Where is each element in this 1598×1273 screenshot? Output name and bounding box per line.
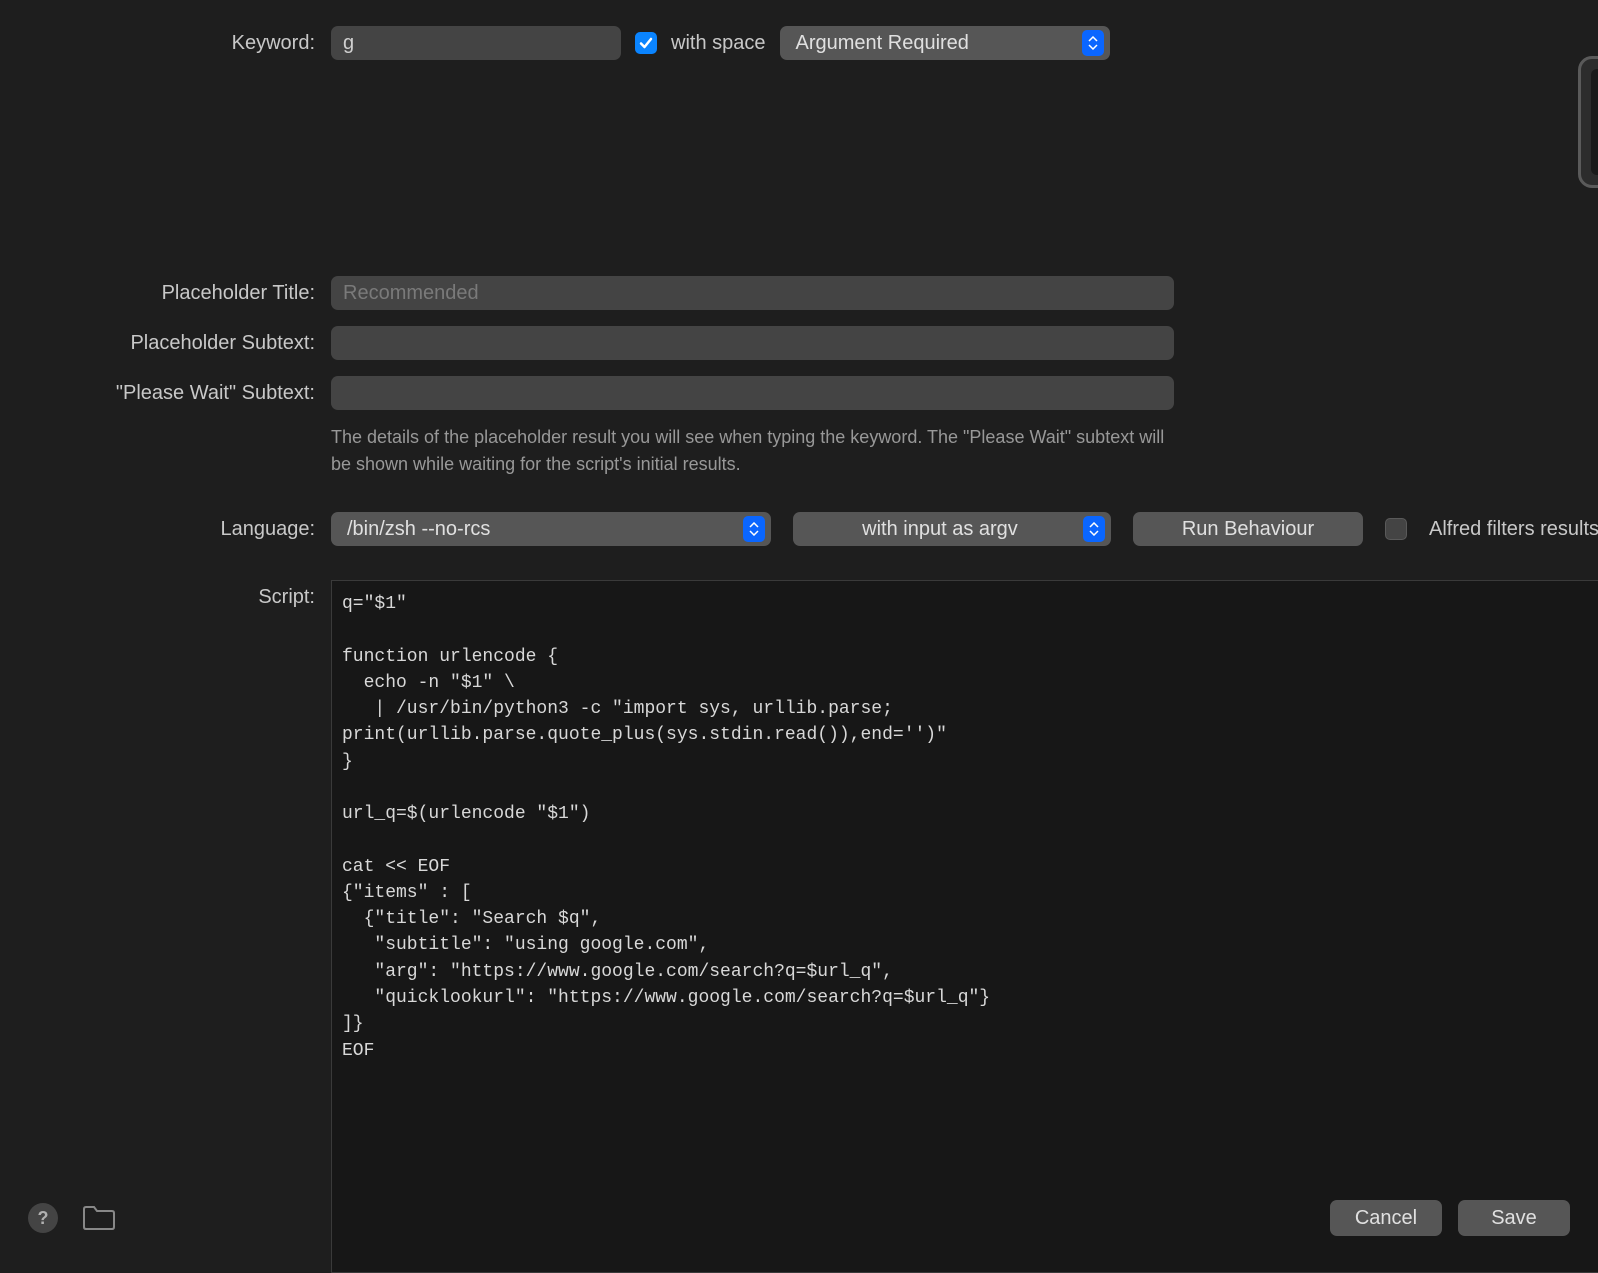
keyword-label: Keyword: <box>28 26 331 60</box>
cancel-button[interactable]: Cancel <box>1330 1200 1442 1236</box>
keyword-input[interactable] <box>331 26 621 60</box>
placeholder-title-label: Placeholder Title: <box>28 276 331 310</box>
argument-select[interactable]: Argument Required <box>780 26 1110 60</box>
please-wait-subtext-label: "Please Wait" Subtext: <box>28 376 331 410</box>
checkmark-icon <box>638 35 654 51</box>
argument-select-value: Argument Required <box>796 32 969 55</box>
run-behaviour-button[interactable]: Run Behaviour <box>1133 512 1363 546</box>
save-button[interactable]: Save <box>1458 1200 1570 1236</box>
alfred-filters-checkbox[interactable] <box>1385 518 1407 540</box>
placeholder-subtext-label: Placeholder Subtext: <box>28 326 331 360</box>
select-arrows-icon <box>743 516 765 542</box>
select-arrows-icon <box>1083 516 1105 542</box>
language-select[interactable]: /bin/zsh --no-rcs <box>331 512 771 546</box>
please-wait-subtext-input[interactable] <box>331 376 1174 410</box>
placeholder-title-input[interactable] <box>331 276 1174 310</box>
input-mode-select-value: with input as argv <box>809 518 1071 541</box>
script-label: Script: <box>28 580 331 1273</box>
with-space-checkbox[interactable] <box>635 32 657 54</box>
with-space-label: with space <box>671 32 766 55</box>
help-button[interactable]: ? <box>28 1203 58 1233</box>
placeholder-help-text: The details of the placeholder result yo… <box>331 424 1174 478</box>
language-select-value: /bin/zsh --no-rcs <box>347 518 490 541</box>
select-arrows-icon <box>1082 30 1104 56</box>
icon-drop-zone[interactable] <box>1578 56 1598 188</box>
folder-icon[interactable] <box>82 1205 116 1231</box>
script-textarea[interactable] <box>331 580 1598 1273</box>
alfred-filters-label: Alfred filters results <box>1429 518 1598 541</box>
input-mode-select[interactable]: with input as argv <box>793 512 1111 546</box>
placeholder-subtext-input[interactable] <box>331 326 1174 360</box>
language-label: Language: <box>28 512 331 546</box>
